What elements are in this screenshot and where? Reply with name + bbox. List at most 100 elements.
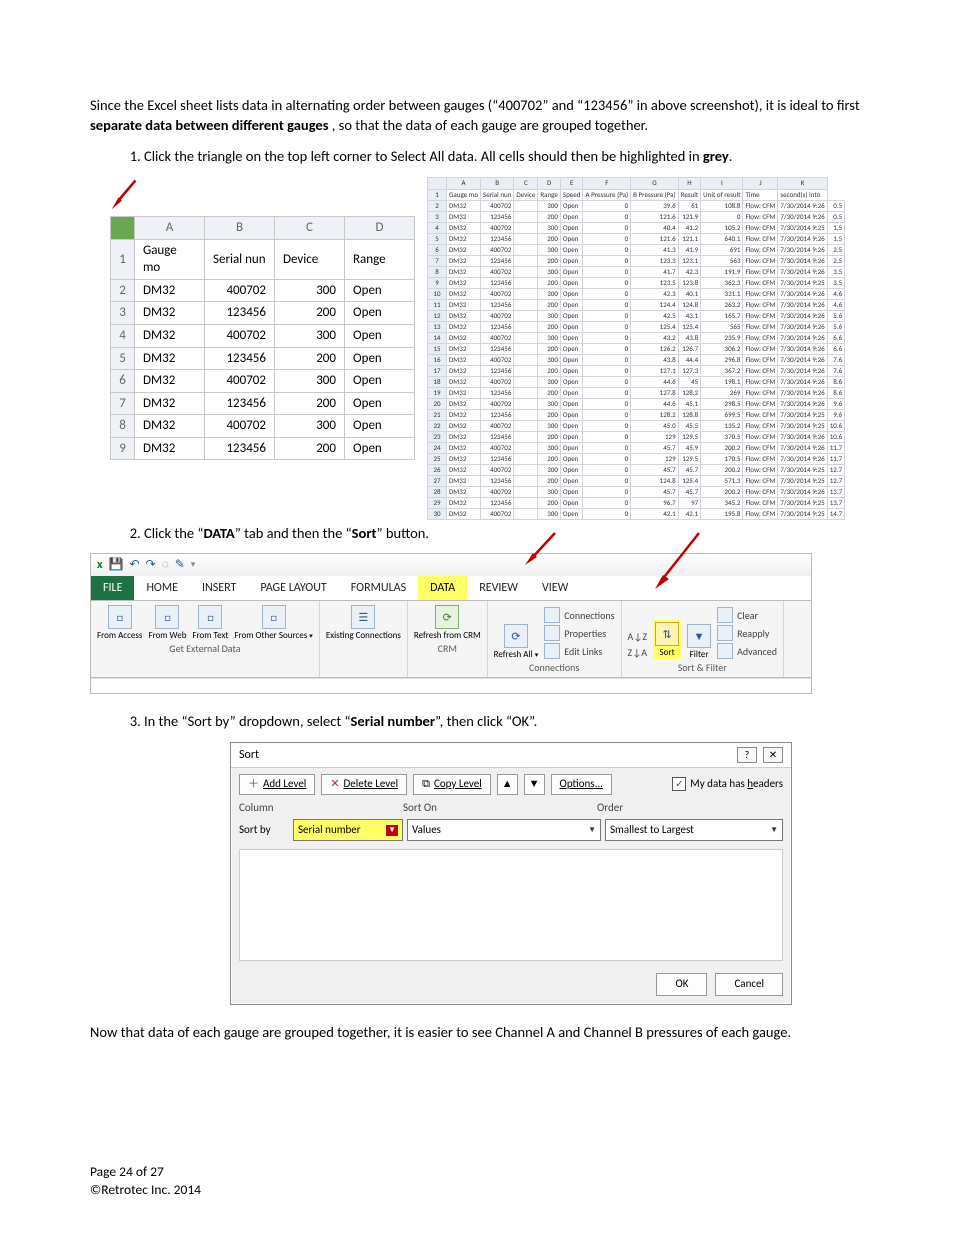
from-web-button[interactable]: □From Web — [148, 605, 186, 640]
row-header[interactable]: 5 — [111, 347, 135, 370]
ok-button[interactable]: OK — [656, 973, 707, 996]
source-icon: □ — [108, 605, 132, 629]
big-col-header[interactable]: E — [560, 177, 583, 189]
red-arrow-sort-btn — [655, 531, 705, 591]
big-col-header[interactable]: H — [678, 177, 701, 189]
row-header[interactable]: 3 — [111, 302, 135, 325]
sort-button[interactable]: ⇅Sort — [653, 620, 681, 659]
big-col-header[interactable]: A — [447, 177, 481, 189]
tab-home[interactable]: HOME — [134, 576, 190, 600]
tab-view[interactable]: VIEW — [530, 576, 580, 600]
copy-level-button[interactable]: ⧉Copy Level — [413, 774, 491, 795]
sorton-dropdown[interactable]: Values▼ — [407, 819, 601, 841]
chevron-down-icon: ▼ — [386, 825, 398, 836]
col-A[interactable]: A — [135, 217, 205, 240]
group-title-sort: Sort & Filter — [678, 661, 727, 675]
sort-dialog: Sort ? ✕ ＋Add Level ✕Delete Level ⧉Copy … — [230, 742, 792, 1006]
steps-list: Click the triangle on the top left corne… — [144, 147, 864, 167]
from-text-button[interactable]: □From Text — [192, 605, 228, 640]
from-other-sources-button[interactable]: □From Other Sources ▾ — [234, 605, 312, 640]
refresh-all-button[interactable]: ⟳Refresh All ▾ — [494, 624, 539, 659]
tab-data[interactable]: DATA — [418, 576, 467, 600]
qat-more-icon[interactable]: ▾ — [191, 559, 196, 571]
properties-link[interactable]: Properties — [544, 625, 614, 641]
cell: Open — [345, 302, 415, 325]
cell: 200 — [275, 347, 345, 370]
qat-icon[interactable]: ◌ — [162, 557, 169, 573]
cell: DM32 — [135, 392, 205, 415]
footer-page: Page 24 of 27 — [90, 1163, 864, 1181]
connections-link[interactable]: Connections — [544, 607, 614, 623]
outro-paragraph: Now that data of each gauge are grouped … — [90, 1023, 864, 1043]
delete-level-button[interactable]: ✕Delete Level — [321, 774, 407, 795]
intro-text-1: Since the Excel sheet lists data in alte… — [90, 96, 860, 114]
big-col-header[interactable]: B — [481, 177, 514, 189]
reapply-link[interactable]: Reapply — [717, 625, 777, 641]
sortby-label: Sort by — [239, 823, 289, 838]
big-col-header[interactable]: K — [778, 177, 827, 189]
tab-formulas[interactable]: FORMULAS — [339, 576, 418, 600]
cell: DM32 — [135, 279, 205, 302]
big-col-header[interactable]: F — [583, 177, 631, 189]
source-icon: □ — [155, 605, 179, 629]
qat-icon2[interactable]: ✎ — [175, 557, 185, 573]
footer-copyright: ©Retrotec Inc. 2014 — [90, 1181, 864, 1199]
row-header[interactable]: 9 — [111, 437, 135, 460]
from-access-button[interactable]: □From Access — [97, 605, 142, 640]
row-header[interactable]: 2 — [111, 279, 135, 302]
tab-page-layout[interactable]: PAGE LAYOUT — [248, 576, 338, 600]
tab-insert[interactable]: INSERT — [190, 576, 248, 600]
options-button[interactable]: Options... — [551, 774, 612, 795]
row-header[interactable]: 1 — [111, 239, 135, 279]
edit-links-link[interactable]: Edit Links — [544, 643, 614, 659]
headers-checkbox-wrap[interactable]: ✓ My data has headers — [672, 777, 783, 792]
tab-review[interactable]: REVIEW — [467, 576, 530, 600]
row-header[interactable]: 7 — [111, 392, 135, 415]
tab-file[interactable]: FILE — [91, 576, 134, 600]
save-icon[interactable]: 💾 — [109, 557, 124, 573]
red-arrow-icon — [110, 177, 144, 211]
existing-connections-button[interactable]: ☰Existing Connections — [326, 605, 401, 640]
col-D[interactable]: D — [345, 217, 415, 240]
refresh-crm-button[interactable]: ⟳Refresh from CRM — [414, 605, 481, 640]
move-down-button[interactable]: ▼ — [524, 774, 545, 795]
help-button[interactable]: ? — [737, 747, 757, 763]
sortby-dropdown[interactable]: Serial number▼ — [293, 819, 403, 841]
move-up-button[interactable]: ▲ — [497, 774, 518, 795]
s3a: In the “Sort by” dropdown, select “ — [144, 712, 351, 730]
s2c: ” tab and then the “ — [235, 524, 352, 542]
step-3: In the “Sort by” dropdown, select “Seria… — [144, 712, 864, 732]
filter-button[interactable]: ▼Filter — [687, 624, 711, 659]
big-col-header[interactable]: J — [743, 177, 778, 189]
order-dropdown[interactable]: Smallest to Largest▼ — [605, 819, 783, 841]
row-header[interactable]: 4 — [111, 324, 135, 347]
cancel-button[interactable]: Cancel — [715, 973, 783, 996]
clear-link[interactable]: Clear — [717, 607, 777, 623]
big-excel-table: ABCDEFGHIJK 1Gauge moSerial nunDeviceRan… — [427, 177, 845, 520]
undo-icon[interactable]: ↶ — [129, 557, 139, 573]
select-all-corner[interactable] — [111, 217, 135, 240]
row-header[interactable]: 8 — [111, 415, 135, 438]
sort-desc-button[interactable]: Z↓A — [628, 646, 648, 660]
big-col-header[interactable]: C — [514, 177, 538, 189]
big-col-header[interactable]: G — [631, 177, 678, 189]
redo-icon[interactable]: ↷ — [146, 557, 156, 573]
col-C[interactable]: C — [275, 217, 345, 240]
sort-asc-button[interactable]: A↓Z — [628, 630, 648, 644]
intro-bold: separate data between different gauges — [90, 116, 329, 134]
checkbox-icon: ✓ — [672, 777, 686, 791]
big-col-header[interactable]: D — [538, 177, 561, 189]
close-button[interactable]: ✕ — [763, 747, 783, 763]
add-level-button[interactable]: ＋Add Level — [239, 774, 315, 795]
advanced-link[interactable]: Advanced — [717, 643, 777, 659]
col-B[interactable]: B — [205, 217, 275, 240]
plus-icon: ＋ — [248, 777, 259, 792]
s2e: ” button. — [377, 524, 430, 542]
red-arrow-data-tab — [525, 531, 561, 567]
row-header[interactable]: 6 — [111, 370, 135, 393]
steps-list-2: Click the “DATA” tab and then the “Sort”… — [144, 524, 864, 544]
cell: 400702 — [205, 324, 275, 347]
connections-icon: ☰ — [351, 605, 375, 629]
big-col-header[interactable]: I — [701, 177, 743, 189]
cell: DM32 — [135, 437, 205, 460]
